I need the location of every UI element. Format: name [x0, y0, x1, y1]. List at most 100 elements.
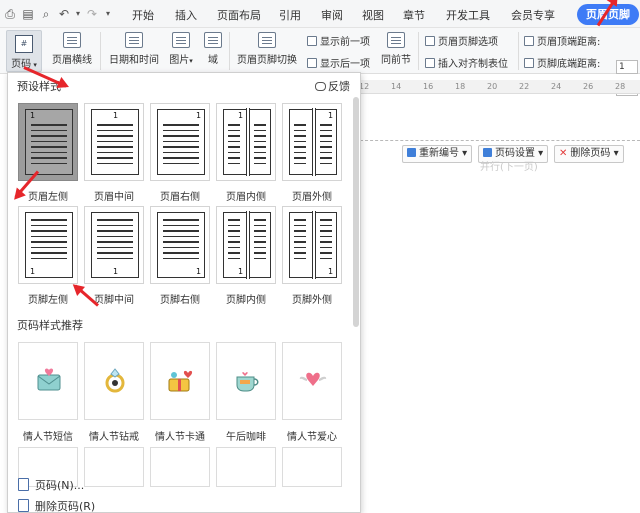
calendar-icon [125, 32, 143, 48]
recommend-card[interactable] [282, 342, 342, 420]
tab-insert[interactable]: 插入 [175, 7, 197, 23]
picture-button[interactable]: 图片▾ [166, 32, 196, 66]
feedback-button[interactable]: 反馈 [315, 78, 350, 94]
tab-chapter[interactable]: 章节 [403, 7, 425, 23]
recommend-card[interactable] [84, 447, 144, 487]
page-number-marker: 1 [196, 111, 202, 120]
header-distance-icon [524, 36, 534, 46]
same-as-previous-button[interactable]: 同前节 [379, 32, 413, 66]
page-thumbnail: 1 [157, 109, 205, 175]
insert-align-tab-button[interactable]: 插入对齐制表位 [425, 55, 508, 70]
tab-review[interactable]: 审阅 [321, 7, 343, 23]
page-thumbnail: 1 [91, 212, 139, 278]
page-number-marker: 1 [328, 111, 334, 120]
style-footer-right[interactable]: 1 [150, 206, 210, 284]
tab-references[interactable]: 引用 [279, 7, 301, 23]
style-header-outside[interactable]: 1 [282, 103, 342, 181]
envelope-heart-icon [37, 368, 61, 391]
field-button[interactable]: 域 [202, 32, 224, 66]
style-footer-center[interactable]: 1 [84, 206, 144, 284]
footer-distance-icon [524, 58, 534, 68]
header-top-distance-input[interactable]: 1 [616, 60, 638, 74]
print-icon[interactable]: ⎙ [2, 6, 18, 22]
horizontal-ruler[interactable]: 12 14 16 18 20 22 24 26 28 [355, 80, 640, 94]
switch-header-footer-button[interactable]: 页眉页脚切换 [234, 32, 300, 66]
switch-header-footer-label: 页眉页脚切换 [237, 55, 297, 66]
page-thumbnail: 1 [157, 212, 205, 278]
format-painter-icon[interactable]: ⌕ [38, 6, 54, 22]
tab-member[interactable]: 会员专享 [511, 7, 555, 23]
style-header-left[interactable]: 1 [18, 103, 78, 181]
more-icon[interactable]: ▾ [100, 6, 116, 22]
print-preview-icon[interactable]: ▤ [20, 6, 36, 22]
page-number-menu-item[interactable]: 页码(N)... [18, 477, 84, 493]
recommend-card[interactable] [150, 447, 210, 487]
recommend-card[interactable] [18, 342, 78, 420]
same-as-previous-icon [387, 32, 405, 48]
panel-scrollbar[interactable] [353, 97, 359, 327]
recommend-card[interactable] [282, 447, 342, 487]
same-as-previous-label: 同前节 [381, 55, 411, 66]
recommend-card[interactable] [216, 447, 276, 487]
style-label: 页脚右侧 [160, 295, 200, 306]
style-footer-left[interactable]: 1 [18, 206, 78, 284]
tab-developer[interactable]: 开发工具 [446, 7, 490, 23]
picture-label: 图片 [169, 55, 190, 66]
header-line-label: 页眉横线 [52, 55, 92, 66]
renumber-button[interactable]: 重新编号 ▾ [402, 145, 473, 163]
date-time-button[interactable]: 日期和时间 [106, 32, 162, 66]
delete-page-number-menu-item[interactable]: 删除页码(R) [18, 498, 95, 512]
page-thumbnail: 1 [25, 109, 73, 175]
ruler-mark: 26 [583, 82, 594, 91]
menu-tab-bar: ⎙ ▤ ⌕ ↶ ▾ ↷ ▾ 开始 插入 页面布局 引用 审阅 视图 章节 开发工… [0, 0, 640, 28]
recommend-card[interactable] [150, 342, 210, 420]
style-footer-outside[interactable]: 1 [282, 206, 342, 284]
coffee-cup-icon [236, 372, 259, 392]
delete-page-number-label: 删除页码 [570, 148, 611, 159]
header-top-distance-text: 页眉顶端距离: [537, 37, 601, 48]
menu-item-label: 页码(N)... [35, 479, 85, 492]
page-number-marker: 1 [196, 267, 202, 276]
tab-home[interactable]: 开始 [132, 7, 154, 23]
recommended-styles-title: 页码样式推荐 [17, 319, 83, 332]
ruler-mark: 18 [455, 82, 466, 91]
page-number-marker: 1 [113, 111, 119, 120]
redo-icon[interactable]: ↷ [84, 6, 100, 22]
style-header-right[interactable]: 1 [150, 103, 210, 181]
ribbon-toolbar: # 页码 ▾ 页眉横线 日期和时间 图片▾ 域 页眉页脚切换 显示前一项 显示后… [0, 28, 640, 96]
ruler-mark: 16 [423, 82, 434, 91]
page-thumbnail: 1 [289, 108, 337, 176]
style-footer-inside[interactable]: 1 [216, 206, 276, 284]
style-header-inside[interactable]: 1 [216, 103, 276, 181]
ribbon-divider [229, 32, 230, 70]
header-boundary-line [360, 140, 640, 141]
style-label: 页脚外侧 [292, 295, 332, 306]
page-number-marker: 1 [238, 267, 244, 276]
ruler-mark: 14 [391, 82, 402, 91]
section-hint-text: 并行(下一页) [480, 162, 538, 173]
delete-page-number-button[interactable]: ✕ 删除页码 ▾ [554, 145, 624, 163]
page-number-dropdown-panel: 预设样式 反馈 1 页眉左侧 1 页眉中间 1 页眉右侧 1 页眉内侧 1 页眉… [7, 72, 361, 513]
show-previous-button[interactable]: 显示前一项 [307, 33, 370, 48]
tab-view[interactable]: 视图 [362, 7, 384, 23]
style-header-center[interactable]: 1 [84, 103, 144, 181]
recommend-card[interactable] [84, 342, 144, 420]
recommend-card[interactable] [216, 342, 276, 420]
footer-bottom-distance-label: 页脚底端距离: [524, 55, 600, 70]
style-label: 页眉外侧 [292, 192, 332, 203]
diamond-ring-icon [105, 368, 125, 393]
style-label: 页脚左侧 [28, 295, 68, 306]
header-line-button[interactable]: 页眉横线 [52, 32, 92, 66]
switch-icon [258, 32, 276, 48]
page-thumbnail: 1 [289, 211, 337, 279]
page-number-marker: 1 [238, 111, 244, 120]
options-icon [425, 36, 435, 46]
show-next-button[interactable]: 显示后一项 [307, 55, 370, 70]
delete-icon: ✕ [559, 148, 568, 159]
page-number-marker: 1 [30, 267, 36, 276]
tab-page-layout[interactable]: 页面布局 [217, 7, 261, 23]
header-footer-options-button[interactable]: 页眉页脚选项 [425, 33, 498, 48]
page-number-marker: 1 [113, 267, 119, 276]
show-next-icon [307, 58, 317, 68]
header-top-distance-label: 页眉顶端距离: [524, 33, 600, 48]
